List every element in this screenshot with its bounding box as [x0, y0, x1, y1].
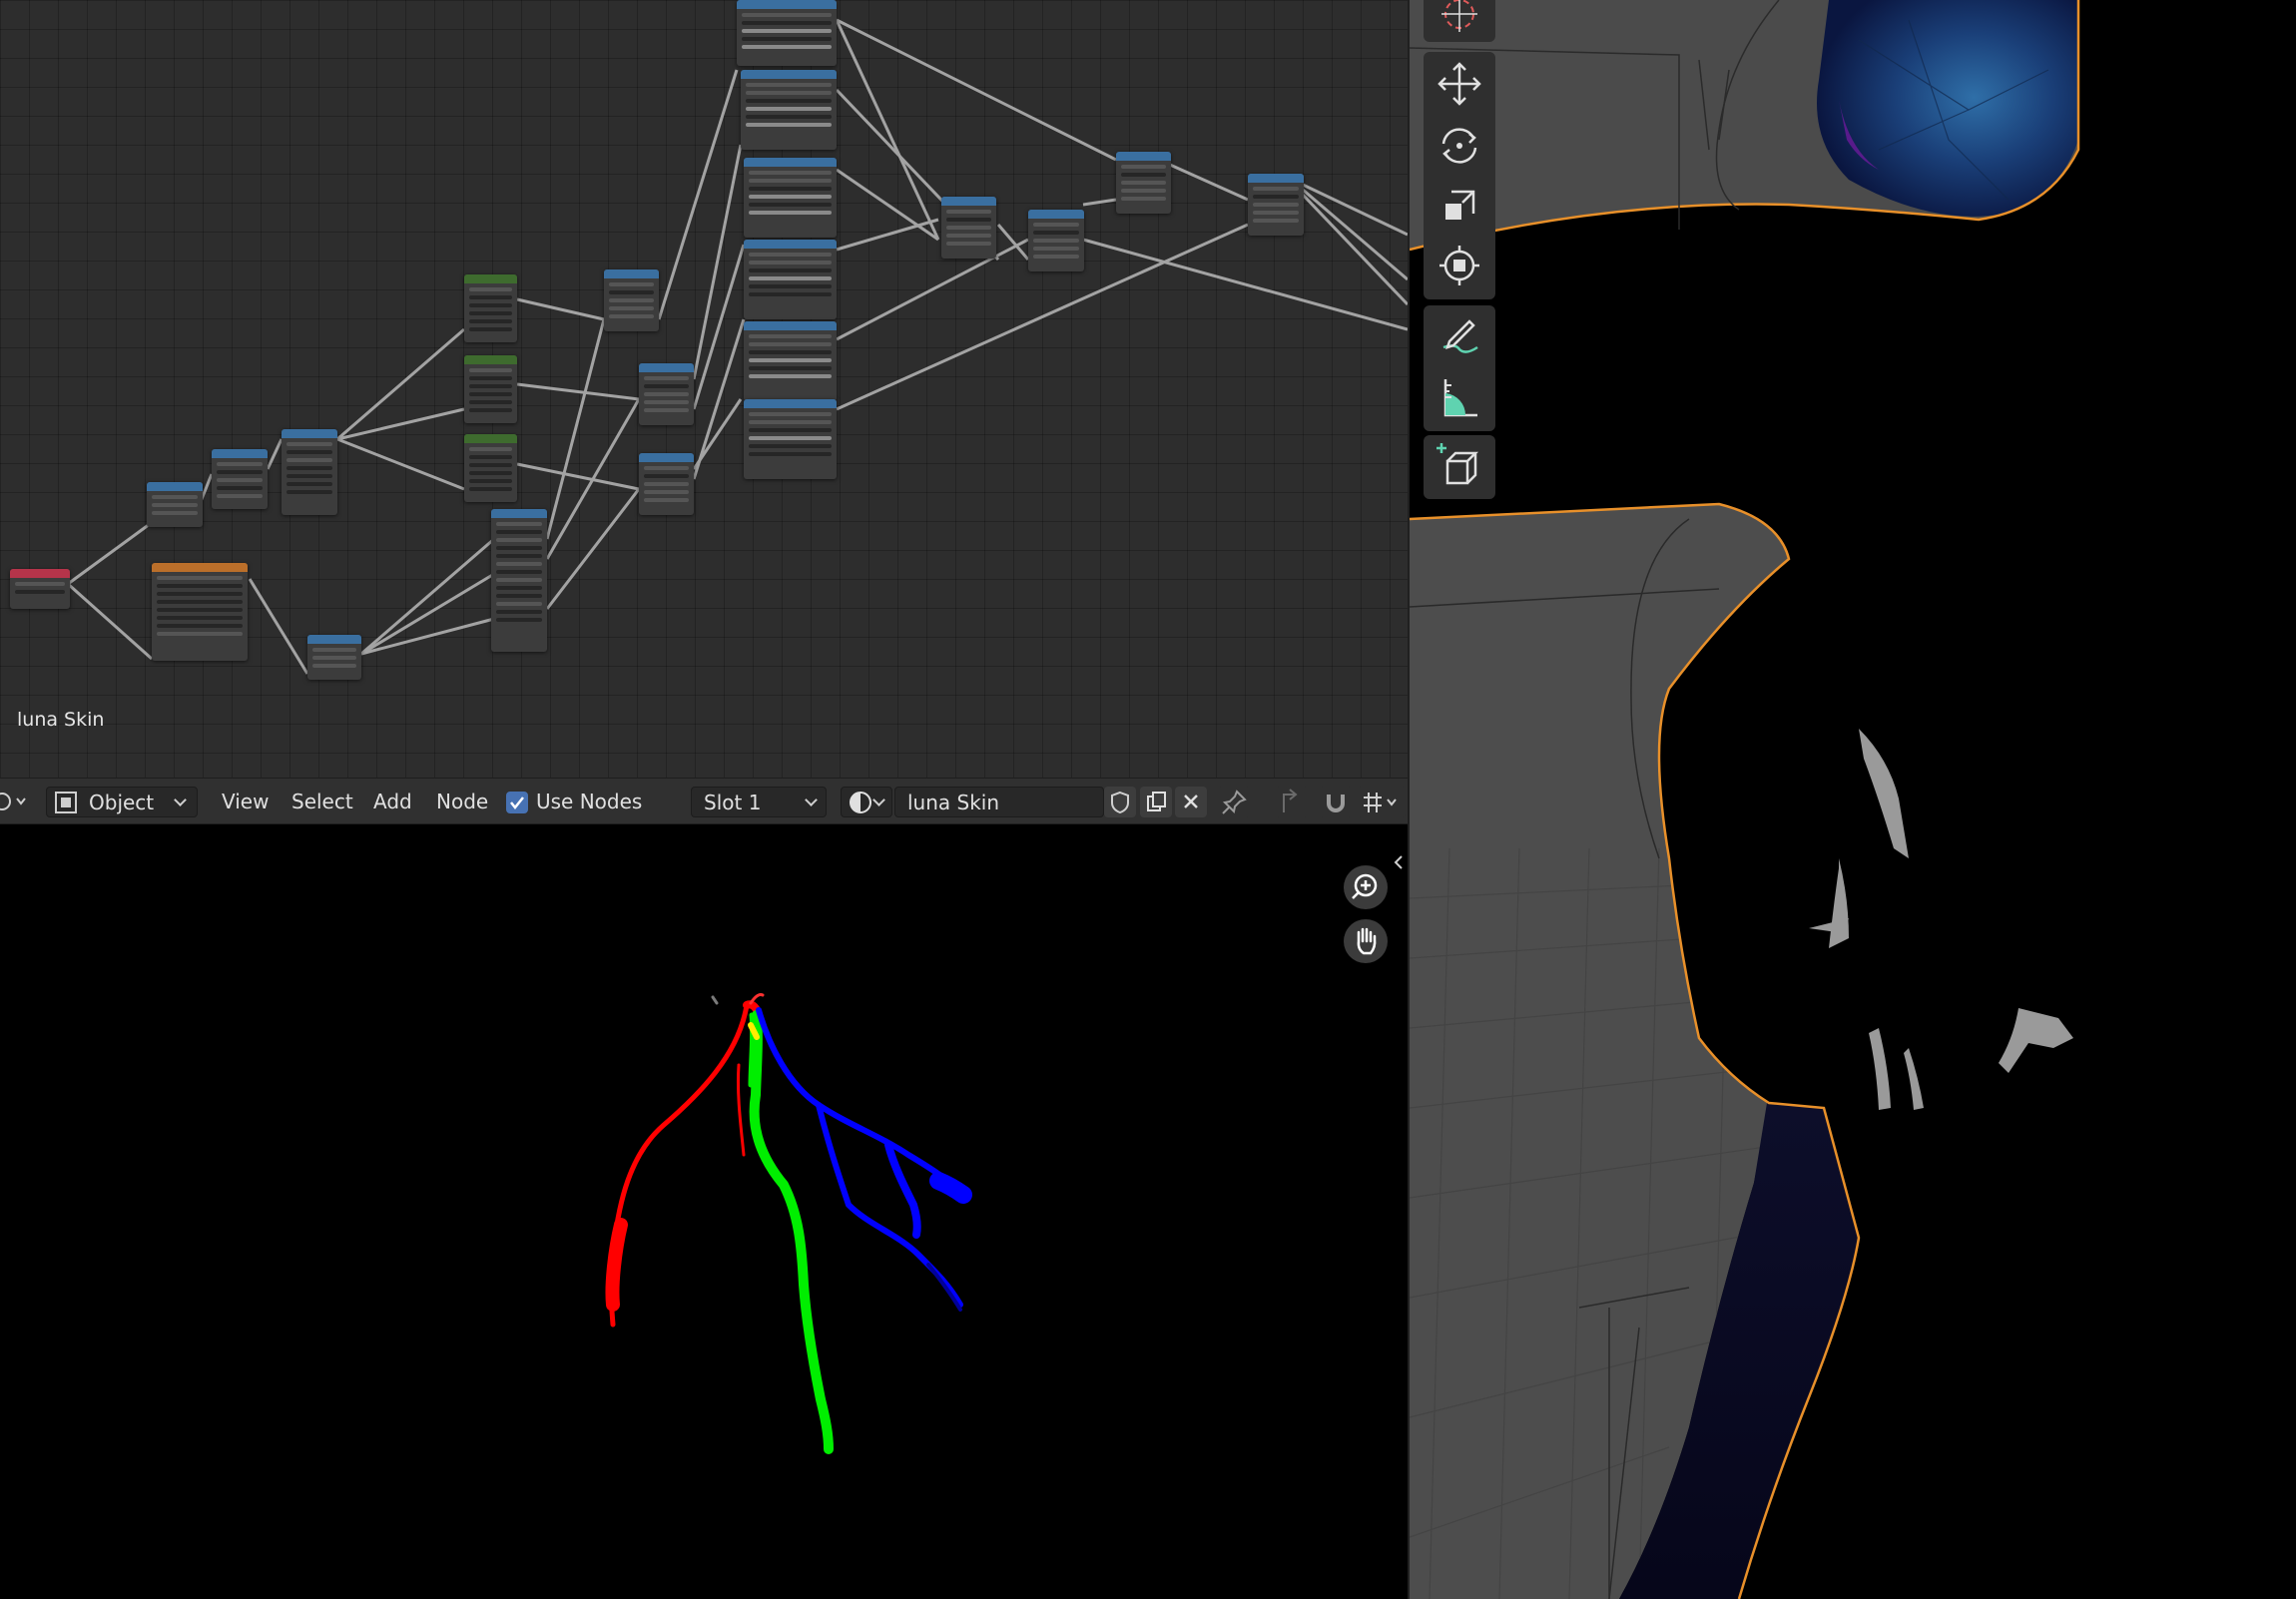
- chevron-down-icon: [174, 794, 187, 806]
- slot-label: Slot 1: [704, 791, 762, 814]
- menu-node[interactable]: Node: [436, 787, 488, 817]
- node-color-ramp-3[interactable]: [744, 158, 837, 238]
- 3d-viewport[interactable]: [1408, 0, 2296, 1599]
- node-maximum-1[interactable]: [941, 197, 996, 259]
- rotate-icon: [1441, 128, 1477, 164]
- annotate-tool[interactable]: [1430, 307, 1489, 367]
- node-multiply-3[interactable]: [639, 453, 694, 515]
- magnet-icon: [1327, 795, 1345, 812]
- browse-material-button[interactable]: [841, 787, 892, 817]
- toolbar-cursor-group: [1424, 0, 1495, 42]
- add-cube-icon: [1436, 443, 1479, 485]
- menu-select[interactable]: Select: [291, 787, 353, 817]
- shield-icon: [1111, 791, 1129, 814]
- rotate-tool[interactable]: [1430, 116, 1489, 176]
- editor-type-selector[interactable]: [0, 787, 32, 817]
- node-maximum-4[interactable]: [1248, 174, 1304, 236]
- node-color-ramp-1[interactable]: [737, 0, 837, 66]
- node-separate-rgb[interactable]: [307, 635, 361, 680]
- material-name-overlay: luna Skin: [17, 709, 105, 731]
- object-icon: [55, 792, 77, 813]
- move-icon: [1437, 62, 1481, 106]
- node-links: [67, 18, 1408, 675]
- move-tool[interactable]: [1430, 54, 1489, 114]
- use-nodes-label: Use Nodes: [536, 790, 643, 813]
- arrow-up-icon: [1283, 789, 1298, 812]
- node-editor-header: Object View Select Add Node Use Nodes Sl…: [0, 778, 1408, 824]
- node-uv-map[interactable]: [10, 569, 70, 609]
- material-slot-dropdown[interactable]: Slot 1: [691, 787, 827, 817]
- image-preview-canvas[interactable]: [0, 825, 1408, 1599]
- menu-add[interactable]: Add: [373, 787, 412, 817]
- editor-type-icon: [0, 793, 26, 810]
- toolbar-annotate-group: [1424, 305, 1495, 431]
- use-nodes-checkbox[interactable]: [506, 792, 528, 813]
- material-name-field[interactable]: luna Skin: [894, 787, 1104, 817]
- node-multiply-1[interactable]: [604, 269, 659, 331]
- node-maximum-3[interactable]: [1116, 152, 1171, 214]
- snap-toggle-button[interactable]: [1320, 787, 1352, 817]
- duplicate-icon: [1147, 792, 1166, 811]
- viewport-scene: [1410, 0, 2288, 1599]
- transform-tool[interactable]: [1430, 236, 1489, 295]
- pin-button[interactable]: [1218, 787, 1250, 817]
- node-voronoi-1[interactable]: [464, 274, 517, 342]
- material-sphere-icon: [850, 792, 871, 813]
- sidebar-toggle-icon[interactable]: [1392, 852, 1406, 872]
- snap-element-dropdown[interactable]: [1358, 787, 1406, 817]
- measure-icon: [1443, 379, 1477, 417]
- menu-view[interactable]: View: [222, 787, 269, 817]
- node-image-texture[interactable]: [152, 563, 248, 661]
- hand-icon: [1357, 927, 1377, 955]
- node-editor-canvas[interactable]: luna Skin: [0, 0, 1408, 778]
- shader-type-dropdown[interactable]: Object: [46, 787, 198, 817]
- zoom-in-icon: [1352, 873, 1378, 899]
- node-greater-than-stack[interactable]: [491, 509, 547, 652]
- node-color-ramp-6[interactable]: [744, 399, 837, 479]
- node-separate-xyz[interactable]: [147, 482, 203, 527]
- cursor-tool[interactable]: [1430, 0, 1489, 42]
- toolbar-add-group: [1424, 435, 1495, 499]
- use-nodes-toggle[interactable]: Use Nodes: [506, 787, 646, 817]
- node-multiply-2[interactable]: [639, 363, 694, 425]
- checkmark-icon: [510, 797, 524, 810]
- add-cube-tool[interactable]: [1430, 437, 1489, 497]
- duplicate-material-button[interactable]: [1140, 787, 1172, 817]
- zoom-button[interactable]: [1344, 865, 1388, 909]
- material-name-value: luna Skin: [907, 791, 1000, 814]
- node-color-ramp-5[interactable]: [744, 321, 837, 401]
- transform-icon: [1439, 246, 1479, 285]
- cursor-icon: [1441, 0, 1477, 32]
- chevron-down-icon: [805, 794, 818, 806]
- scale-icon: [1445, 190, 1475, 220]
- node-color-ramp-4[interactable]: [744, 240, 837, 319]
- grid-icon: [1364, 793, 1397, 812]
- vein-mask-image: [605, 993, 972, 1454]
- node-color-ramp-2[interactable]: [741, 70, 837, 150]
- annotate-icon: [1442, 319, 1478, 353]
- fake-user-button[interactable]: [1104, 787, 1136, 817]
- node-maximum-2[interactable]: [1028, 210, 1084, 271]
- node-voronoi-3[interactable]: [464, 434, 517, 502]
- measure-tool[interactable]: [1430, 369, 1489, 429]
- node-map-range[interactable]: [282, 429, 337, 515]
- pan-button[interactable]: [1344, 919, 1388, 963]
- shader-type-label: Object: [89, 791, 155, 814]
- parent-node-tree-button[interactable]: [1276, 787, 1308, 817]
- unlink-material-button[interactable]: [1175, 787, 1207, 817]
- scale-tool[interactable]: [1430, 176, 1489, 236]
- toolbar-transform-group: [1424, 52, 1495, 299]
- node-subtract[interactable]: [212, 449, 268, 509]
- pin-icon: [1222, 790, 1247, 814]
- node-voronoi-2[interactable]: [464, 355, 517, 423]
- close-icon: [1184, 795, 1198, 808]
